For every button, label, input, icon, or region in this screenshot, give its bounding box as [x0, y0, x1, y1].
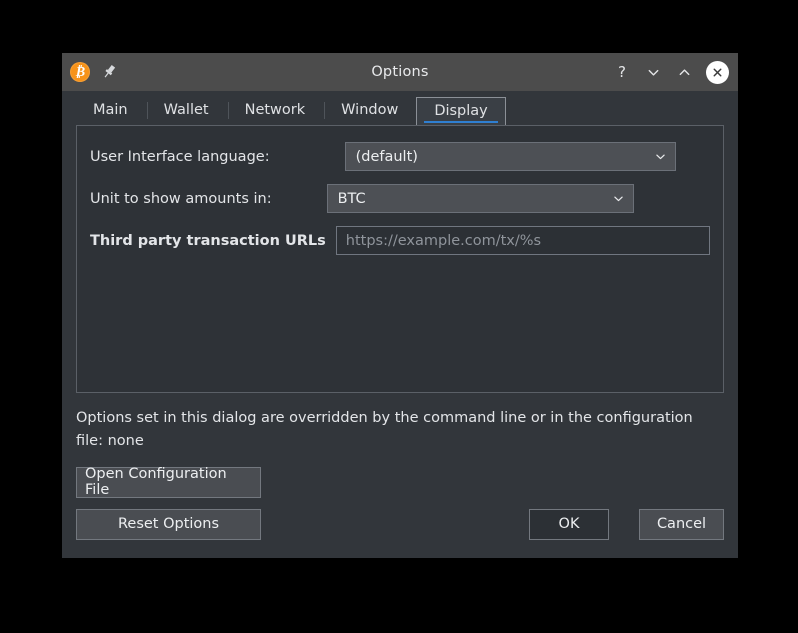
cancel-label: Cancel — [656, 516, 707, 533]
third-party-urls-input[interactable] — [335, 226, 710, 255]
options-dialog: ₿ Options ? Main Wallet Network Window D… — [62, 53, 738, 558]
language-label: User Interface language: — [90, 148, 270, 165]
language-select[interactable]: (default) — [344, 142, 676, 171]
unit-value: BTC — [337, 190, 366, 207]
chevron-up-icon — [679, 68, 689, 75]
title-bar: ₿ Options ? — [62, 53, 738, 91]
tab-label: Window — [341, 102, 399, 118]
chevron-down-icon — [648, 69, 658, 76]
reset-options-label: Reset Options — [117, 516, 220, 533]
dialog-footer: Options set in this dialog are overridde… — [62, 393, 738, 558]
help-button[interactable]: ? — [613, 63, 631, 81]
row-third-party-urls: Third party transaction URLs — [90, 226, 710, 255]
tab-window[interactable]: Window — [323, 96, 416, 125]
pin-icon[interactable] — [100, 63, 118, 81]
tab-wallet[interactable]: Wallet — [146, 96, 227, 125]
footer-buttons: Open Configuration File Reset Options OK… — [76, 466, 724, 558]
third-party-urls-label: Third party transaction URLs — [90, 232, 326, 249]
tab-selected-indicator — [424, 121, 498, 123]
override-notice: Options set in this dialog are overridde… — [76, 410, 693, 450]
close-button[interactable] — [706, 60, 729, 84]
display-settings-panel: User Interface language: (default) Unit … — [76, 125, 724, 393]
chevron-down-icon — [655, 154, 665, 160]
close-icon — [713, 68, 722, 76]
ok-label: OK — [558, 516, 580, 533]
row-language: User Interface language: (default) — [90, 142, 710, 171]
open-configuration-file-button[interactable]: Open Configuration File — [76, 466, 261, 499]
ok-button[interactable]: OK — [529, 508, 609, 540]
tab-label: Network — [244, 102, 306, 118]
chevron-down-icon — [613, 196, 623, 202]
tab-label: Display — [434, 103, 488, 119]
tab-network[interactable]: Network — [227, 96, 324, 125]
tab-label: Main — [93, 102, 128, 118]
language-value: (default) — [355, 148, 418, 165]
row-unit: Unit to show amounts in: BTC — [90, 184, 710, 213]
cancel-button[interactable]: Cancel — [639, 508, 724, 540]
unit-select[interactable]: BTC — [326, 184, 634, 213]
open-configuration-file-label: Open Configuration File — [85, 466, 227, 499]
reset-options-button[interactable]: Reset Options — [76, 508, 261, 540]
tab-display[interactable]: Display — [416, 97, 506, 125]
help-label: ? — [618, 62, 626, 81]
unit-label: Unit to show amounts in: — [90, 190, 272, 207]
window-controls: ? — [613, 60, 729, 84]
maximize-button[interactable] — [675, 63, 693, 81]
minimize-button[interactable] — [644, 63, 662, 81]
bitcoin-logo-icon: ₿ — [70, 62, 90, 82]
tab-main[interactable]: Main — [75, 96, 146, 125]
title-bar-left-icons: ₿ — [70, 62, 118, 82]
tab-bar: Main Wallet Network Window Display — [62, 91, 738, 125]
tab-label: Wallet — [163, 102, 209, 118]
